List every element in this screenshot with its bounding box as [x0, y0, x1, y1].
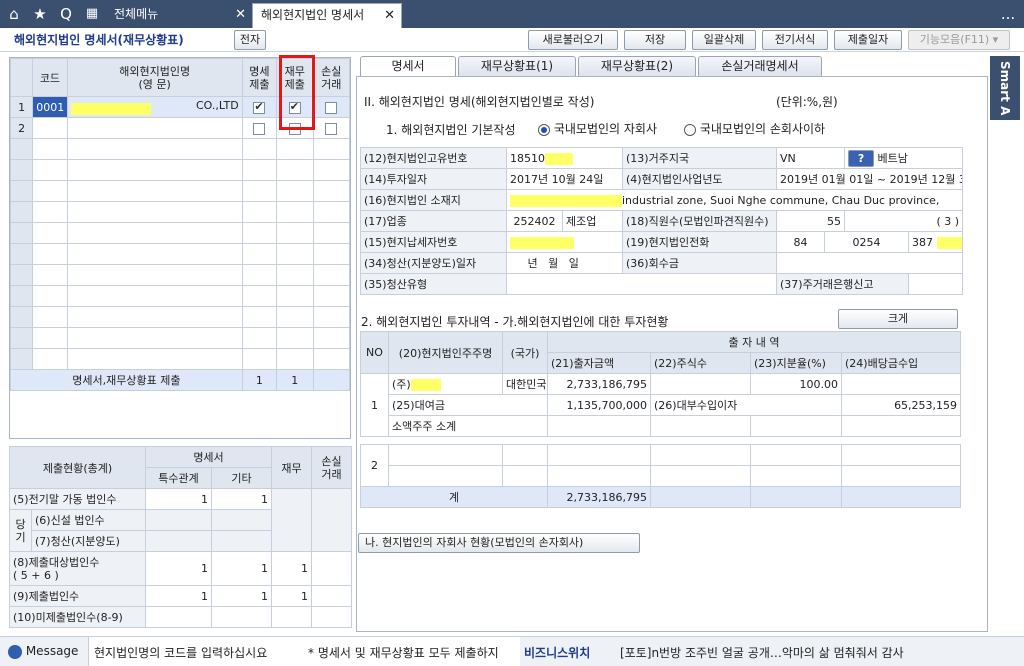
capital-amount-field[interactable]: 2,733,186,795: [547, 373, 651, 395]
tab-finance-1[interactable]: 재무상황표(1): [458, 56, 576, 76]
name-cell[interactable]: CO.,LTD: [66, 96, 243, 118]
industry-code-field[interactable]: 252402: [506, 210, 563, 232]
status-message: 현지법인명의 코드를 입력하십시요: [94, 646, 268, 660]
summary-table: 제출현황(총계) 명세서 재무 손실 거래 특수관계 기타 (5)전기말 가동 …: [9, 446, 352, 628]
statement-checkbox[interactable]: [253, 100, 266, 114]
name-cell[interactable]: [66, 117, 243, 139]
loan-field[interactable]: 1,135,700,000: [547, 394, 651, 416]
star-icon[interactable]: ★: [30, 4, 50, 24]
dispatched-count-field[interactable]: ( 3 ): [844, 210, 964, 232]
tab-label: 해외현지법인 명세서: [261, 8, 365, 22]
tab-finance-2[interactable]: 재무상황표(2): [578, 56, 696, 76]
dividend-field[interactable]: [840, 373, 962, 395]
help-icon[interactable]: ?: [848, 149, 875, 167]
unit-label: (단위:%,원): [776, 95, 838, 109]
finance-column-highlight: [279, 55, 315, 130]
summary-row: (9)제출법인수 1 1 1: [9, 585, 352, 607]
message-icon: [8, 644, 22, 659]
pl-checkbox[interactable]: [325, 122, 338, 135]
address-field[interactable]: industrial zone, Suoi Nghe commune, Chau…: [505, 189, 964, 211]
search-icon[interactable]: Q: [56, 4, 76, 24]
invest-date-field[interactable]: 2017년 10월 24일: [505, 168, 624, 190]
tab-label: 전체메뉴: [114, 7, 159, 21]
code-cell[interactable]: 0001: [32, 96, 68, 118]
fiscal-year-field[interactable]: 2019년 01월 01일 ~ 2019년 12월 31일: [776, 168, 964, 190]
save-button[interactable]: 저장: [624, 30, 686, 50]
section2-title: 2. 해외현지법인 투자내역 - 가.해외현지법인에 대한 투자현황: [361, 315, 669, 329]
redacted-name: [70, 103, 151, 115]
delete-all-button[interactable]: 일괄삭제: [692, 30, 756, 50]
more-icon[interactable]: ...: [996, 4, 1020, 24]
tab-statement[interactable]: 명세서: [360, 56, 456, 77]
investment-table: NO (20)현지법인주주명 (국가) 출 자 내 역 (21)출자금액 (22…: [360, 331, 962, 508]
prior-form-button[interactable]: 전기서식: [762, 30, 828, 50]
basic-section-label: 1. 해외현지법인 기본작성: [386, 123, 516, 137]
col-statement: 명세 제출: [241, 58, 278, 97]
calendar-icon[interactable]: ▦: [82, 4, 102, 24]
summary-row: (10)미제출법인수(8-9): [9, 606, 352, 628]
phone-number-field[interactable]: 387: [908, 231, 964, 253]
grid-footer: 명세서,재무상황표 제출 1 1: [10, 369, 351, 391]
col-code: 코드: [32, 58, 68, 97]
recovery-amount-field[interactable]: [776, 252, 964, 274]
close-icon[interactable]: ✕: [235, 3, 246, 26]
shareholder-field[interactable]: (주): [388, 373, 503, 395]
main-bank-field[interactable]: [908, 273, 964, 295]
corp-id-field[interactable]: 18510: [505, 147, 624, 169]
reload-button[interactable]: 새로불러오기: [528, 30, 618, 50]
employee-count-field[interactable]: 55: [776, 210, 846, 232]
tab-all-menu[interactable]: 전체메뉴 ✕: [106, 3, 252, 28]
phone-area-field[interactable]: 0254: [824, 231, 910, 253]
investment-row[interactable]: 1 (주) 대한민국 2,733,186,795 100.00: [360, 373, 962, 437]
radio-subsidiary[interactable]: 국내모법인의 자회사: [538, 120, 657, 137]
summary-row: (5)전기말 가동 법인수 1 1: [9, 488, 352, 552]
enlarge-button[interactable]: 크게: [838, 309, 958, 329]
col-pl: 손실 거래: [312, 58, 351, 97]
top-bar: ⌂ ★ Q ▦ 전체메뉴 ✕ 해외현지법인 명세서 ✕ ...: [0, 0, 1024, 28]
phone-country-field[interactable]: 84: [776, 231, 826, 253]
home-icon[interactable]: ⌂: [4, 4, 24, 24]
col-name: 해외현지법인명 (영 문): [66, 58, 243, 97]
page-title: 해외현지법인 명세서(재무상황표): [14, 33, 184, 47]
country-name: ? 베트남: [844, 147, 964, 169]
smart-a-tab[interactable]: Smart A: [990, 56, 1020, 120]
status-bar: Message 현지법인명의 코드를 입력하십시요 * 명세서 및 재무상황표 …: [0, 636, 1024, 666]
shares-field[interactable]: [650, 373, 751, 395]
tab-loss-transactions[interactable]: 손실거래명세서: [698, 56, 822, 76]
liquidation-date-field[interactable]: 년 월 일: [505, 252, 624, 274]
ratio-field[interactable]: 100.00: [750, 373, 842, 395]
country-field[interactable]: 대한민국: [502, 373, 548, 395]
submit-date-button[interactable]: 제출일자: [834, 30, 902, 50]
tax-id-field[interactable]: [505, 231, 624, 253]
summary-title: 제출현황(총계): [9, 446, 146, 489]
radio-selected-icon[interactable]: [538, 123, 550, 136]
liquidation-type-field[interactable]: [505, 273, 778, 295]
radio-icon[interactable]: [684, 123, 696, 136]
basic-info-table: (12)현지법인고유번호 18510 (13)거주지국 VN ? 베트남 (14…: [360, 147, 964, 295]
news-ticker[interactable]: [포토]n번방 조주빈 얼굴 공개…악마의 삶 멈춰줘서 감사: [620, 644, 904, 661]
section1-title: II. 해외현지법인 명세(해외현지법인별로 작성): [364, 95, 595, 109]
country-code-field[interactable]: VN: [776, 147, 846, 169]
total-row: 계 2,733,186,795: [360, 486, 962, 508]
radio-grandchild[interactable]: 국내모법인의 손회사이하: [684, 120, 825, 137]
subsidiary-status-button[interactable]: 나. 현지법인의 자회사 현황(모법인의 손자회사): [358, 533, 640, 553]
code-cell[interactable]: [32, 117, 68, 139]
interest-field[interactable]: 65,253,159: [840, 394, 962, 416]
message-label: Message: [8, 644, 78, 659]
summary-row: (8)제출대상법인수 ( 5 + 6 ) 1 1 1: [9, 551, 352, 586]
electronic-badge[interactable]: 전자: [234, 30, 266, 50]
pl-checkbox[interactable]: [325, 101, 338, 114]
industry-name: 제조업: [561, 210, 624, 232]
tab-overseas-statement[interactable]: 해외현지법인 명세서 ✕: [252, 3, 402, 28]
statement-checkbox[interactable]: [253, 122, 266, 135]
function-menu-button[interactable]: 기능모음(F11) ▾: [908, 30, 1010, 50]
close-icon[interactable]: ✕: [384, 4, 395, 27]
news-brand[interactable]: 비즈니스위치: [524, 644, 590, 661]
status-hint: * 명세서 및 재무상황표 모두 제출하지: [308, 646, 499, 660]
